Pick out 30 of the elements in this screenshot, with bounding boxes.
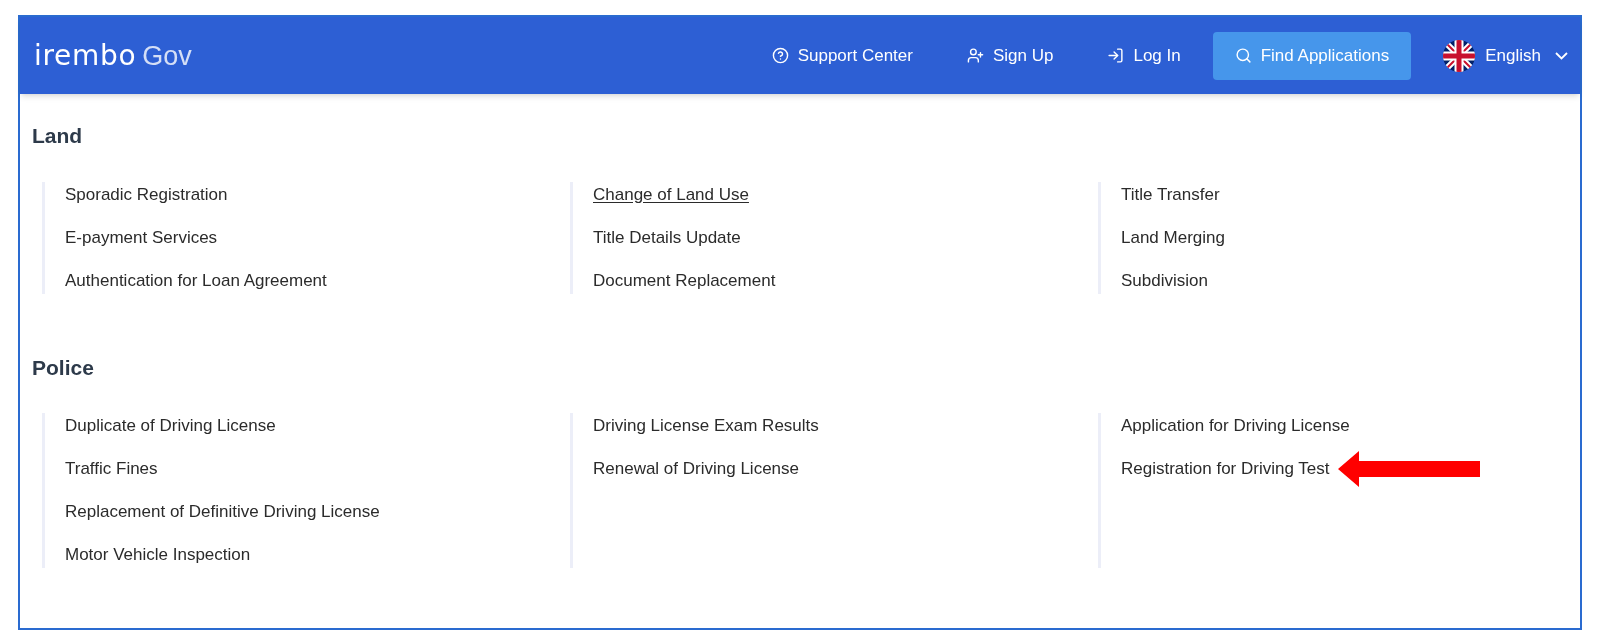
service-link[interactable]: Traffic Fines: [65, 456, 158, 482]
nav-link[interactable]: Support Center: [749, 31, 935, 80]
uk-flag-icon: [1443, 39, 1476, 72]
service-link[interactable]: Renewal of Driving License: [593, 456, 799, 482]
service-link[interactable]: Sporadic Registration: [65, 181, 228, 208]
add-user-icon: [966, 47, 984, 64]
language-selector[interactable]: English: [1421, 39, 1568, 72]
service-link[interactable]: Application for Driving License: [1121, 413, 1350, 439]
logo[interactable]: irembo Gov: [34, 34, 192, 77]
section-heading: Police: [32, 354, 95, 381]
service-link[interactable]: Driving License Exam Results: [593, 413, 819, 439]
service-link[interactable]: Title Transfer: [1121, 181, 1220, 208]
service-link[interactable]: Motor Vehicle Inspection: [65, 542, 251, 568]
service-link[interactable]: Replacement of Definitive Driving License: [65, 499, 380, 525]
nav-link[interactable]: Sign Up: [944, 31, 1076, 80]
service-link[interactable]: Land Merging: [1121, 224, 1225, 251]
login-icon: [1107, 47, 1125, 64]
service-link[interactable]: Title Details Update: [593, 224, 741, 251]
search-icon: [1234, 47, 1252, 64]
service-link[interactable]: E-payment Services: [65, 224, 218, 251]
service-link[interactable]: Registration for Driving Test: [1121, 456, 1330, 482]
service-link[interactable]: Document Replacement: [593, 267, 776, 294]
section-heading: Land: [32, 123, 84, 149]
service-link[interactable]: Subdivision: [1121, 267, 1208, 294]
help-icon: [771, 47, 789, 64]
service-link[interactable]: Duplicate of Driving License: [65, 413, 276, 439]
chevron-down-icon: [1555, 51, 1568, 60]
nav-link[interactable]: Log In: [1085, 31, 1203, 80]
service-link[interactable]: Authentication for Loan Agreement: [65, 267, 327, 294]
service-link[interactable]: Change of Land Use: [593, 181, 749, 208]
